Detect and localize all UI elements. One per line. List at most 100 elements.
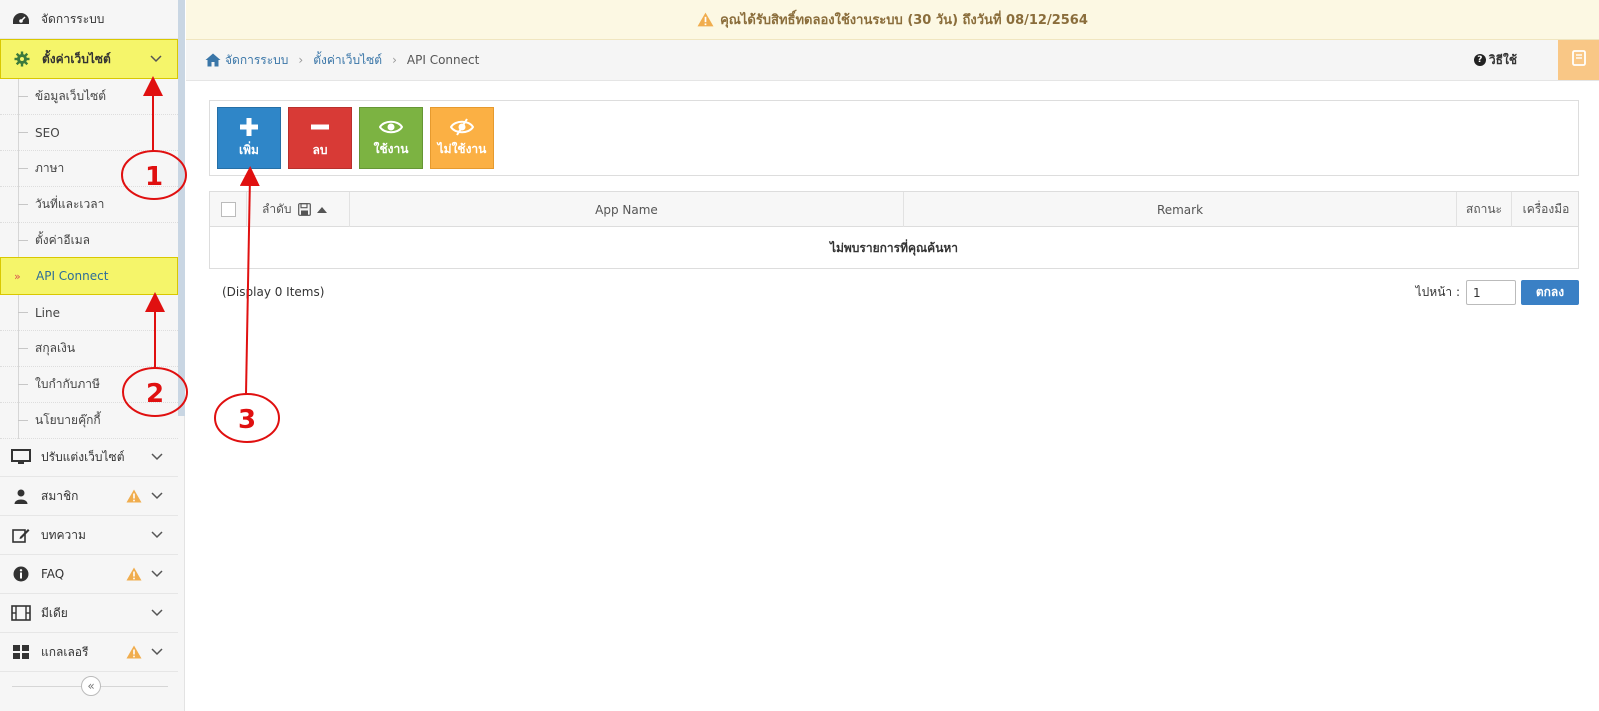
chevron-down-icon xyxy=(150,606,164,620)
sidebar-subitem-label: ตั้งค่าอีเมล xyxy=(35,233,90,247)
sidebar-subitem-date-time[interactable]: วันที่และเวลา xyxy=(0,187,178,223)
eye-icon xyxy=(379,118,403,136)
help-link[interactable]: ? วิธีใช้ xyxy=(1473,51,1517,70)
info-icon xyxy=(11,564,31,584)
home-icon[interactable] xyxy=(205,53,221,67)
collapse-sidebar-button[interactable]: « xyxy=(81,676,101,696)
sidebar-item-website-settings[interactable]: ตั้งค่าเว็บไซต์ xyxy=(0,39,178,79)
sidebar-item-gallery[interactable]: แกลเลอรี xyxy=(0,633,178,672)
sidebar-subitem-label: ข้อมูลเว็บไซต์ xyxy=(35,89,107,103)
sidebar-subitem-cookie-policy[interactable]: นโยบายคุ๊กกี้ xyxy=(0,403,178,439)
goto-page-input[interactable] xyxy=(1466,280,1516,305)
chevron-down-icon xyxy=(150,489,164,503)
user-icon xyxy=(11,486,31,506)
gear-icon xyxy=(12,49,32,69)
enable-button[interactable]: ใช้งาน xyxy=(359,107,423,169)
plus-icon xyxy=(239,117,259,137)
warning-icon xyxy=(126,488,142,504)
column-header-seq[interactable]: ลำดับ xyxy=(247,192,350,227)
column-header-label: ลำดับ xyxy=(262,202,292,216)
chevron-down-icon xyxy=(150,450,164,464)
column-header-tools: เครื่องมือ xyxy=(1522,202,1570,216)
disable-button-label: ไม่ใช้งาน xyxy=(437,141,487,156)
select-all-checkbox[interactable] xyxy=(220,202,236,217)
select-all-cell xyxy=(210,192,247,227)
empty-table-message: ไม่พบรายการที่คุณค้นหา xyxy=(829,241,959,255)
sidebar-subitem-tax-invoice[interactable]: ใบกำกับภาษี xyxy=(0,367,178,403)
question-icon: ? xyxy=(1473,54,1486,66)
sidebar-item-customize-website[interactable]: ปรับแต่งเว็บไซต์ xyxy=(0,438,178,477)
sidebar-subitem-currency[interactable]: สกุลเงิน xyxy=(0,331,178,367)
dashboard-icon xyxy=(11,9,31,29)
sidebar-item-system-admin[interactable]: จัดการระบบ xyxy=(0,0,178,39)
sidebar-item-label: จัดการระบบ xyxy=(41,11,105,26)
minus-icon xyxy=(310,117,330,137)
sidebar-item-label: แกลเลอรี xyxy=(41,644,89,659)
disable-button[interactable]: ไม่ใช้งาน xyxy=(430,107,494,169)
action-toolbar: เพิ่ม ลบ ใช้งาน ไม่ใช้งาน xyxy=(209,100,1579,176)
sidebar-item-label: บทความ xyxy=(41,527,86,542)
delete-button[interactable]: ลบ xyxy=(288,107,352,169)
breadcrumb-section-link[interactable]: ตั้งค่าเว็บไซต์ xyxy=(313,51,382,70)
annotation-number-3: 3 xyxy=(238,405,256,435)
sidebar-subitem-label: สกุลเงิน xyxy=(35,341,76,355)
eye-slash-icon xyxy=(450,117,474,136)
warning-icon xyxy=(697,12,714,27)
breadcrumb-home-link[interactable]: จัดการระบบ xyxy=(225,51,288,70)
chevron-down-icon xyxy=(150,567,164,581)
column-header-status[interactable]: สถานะ xyxy=(1457,192,1512,227)
manual-button[interactable] xyxy=(1558,40,1599,80)
sidebar-subitem-email-settings[interactable]: ตั้งค่าอีเมล xyxy=(0,223,178,259)
help-label: วิธีใช้ xyxy=(1488,52,1517,67)
grid-icon xyxy=(11,642,31,662)
sidebar-subitem-website-info[interactable]: ข้อมูลเว็บไซต์ xyxy=(0,79,178,115)
sidebar-subitem-label: วันที่และเวลา xyxy=(35,197,105,211)
sidebar-item-faq[interactable]: FAQ xyxy=(0,555,178,594)
enable-button-label: ใช้งาน xyxy=(373,141,409,156)
warning-icon xyxy=(126,566,142,582)
add-button[interactable]: เพิ่ม xyxy=(217,107,281,169)
sidebar-item-label: มีเดีย xyxy=(41,605,68,620)
book-icon xyxy=(1571,50,1586,70)
sidebar-scrollbar[interactable] xyxy=(178,0,185,416)
chevron-down-icon xyxy=(150,528,164,542)
breadcrumb: จัดการระบบ › ตั้งค่าเว็บไซต์ › API Conne… xyxy=(186,40,1599,81)
edit-icon xyxy=(11,525,31,545)
display-count: (Display 0 Items) xyxy=(222,285,325,299)
sidebar-subitem-label: ภาษา xyxy=(35,161,65,175)
sidebar-item-label: ปรับแต่งเว็บไซต์ xyxy=(41,449,125,464)
chevron-down-icon xyxy=(149,52,163,66)
column-header-remark[interactable]: Remark xyxy=(904,192,1457,227)
trial-notice: คุณได้รับสิทธิ์ทดลองใช้งานระบบ (30 วัน) … xyxy=(186,0,1599,40)
sidebar-subitem-language[interactable]: ภาษา xyxy=(0,151,178,187)
sidebar-item-members[interactable]: สมาชิก xyxy=(0,477,178,516)
sidebar-subitem-line[interactable]: Line xyxy=(0,295,178,331)
save-icon[interactable] xyxy=(297,203,311,216)
column-header-app-name[interactable]: App Name xyxy=(350,192,904,227)
warning-icon xyxy=(126,644,142,660)
pagination: ไปหน้า : ตกลง xyxy=(1416,280,1579,305)
api-connect-table: ลำดับ App Name Remark สถานะ เครื่องมือ ไ… xyxy=(209,191,1579,269)
sidebar-subitem-label: ใบกำกับภาษี xyxy=(35,377,100,391)
breadcrumb-separator: › xyxy=(392,53,397,67)
chevron-down-icon xyxy=(150,645,164,659)
delete-button-label: ลบ xyxy=(312,142,328,157)
sidebar: จัดการระบบ ตั้งค่าเว็บไซต์ ข้อมูลเว็บไซต… xyxy=(0,0,185,711)
sidebar-item-label: ตั้งค่าเว็บไซต์ xyxy=(42,51,111,66)
sidebar-subitem-label: SEO xyxy=(35,125,60,140)
goto-page-label: ไปหน้า : xyxy=(1415,285,1460,299)
sidebar-item-label: สมาชิก xyxy=(41,488,79,503)
sidebar-subitem-api-connect[interactable]: » API Connect xyxy=(0,257,178,295)
add-button-label: เพิ่ม xyxy=(239,142,259,157)
sidebar-subitem-label: Line xyxy=(35,305,61,320)
sort-asc-icon[interactable] xyxy=(316,206,327,213)
sidebar-item-label: FAQ xyxy=(41,567,65,581)
goto-page-button[interactable]: ตกลง xyxy=(1521,280,1579,305)
sidebar-item-articles[interactable]: บทความ xyxy=(0,516,178,555)
double-chevron-right-icon: » xyxy=(14,269,21,283)
sidebar-subitem-seo[interactable]: SEO xyxy=(0,115,178,151)
double-chevron-left-icon: « xyxy=(87,679,95,693)
sidebar-item-media[interactable]: มีเดีย xyxy=(0,594,178,633)
table-header: ลำดับ App Name Remark สถานะ เครื่องมือ xyxy=(210,192,1578,227)
annotation-circle-3 xyxy=(214,393,280,443)
